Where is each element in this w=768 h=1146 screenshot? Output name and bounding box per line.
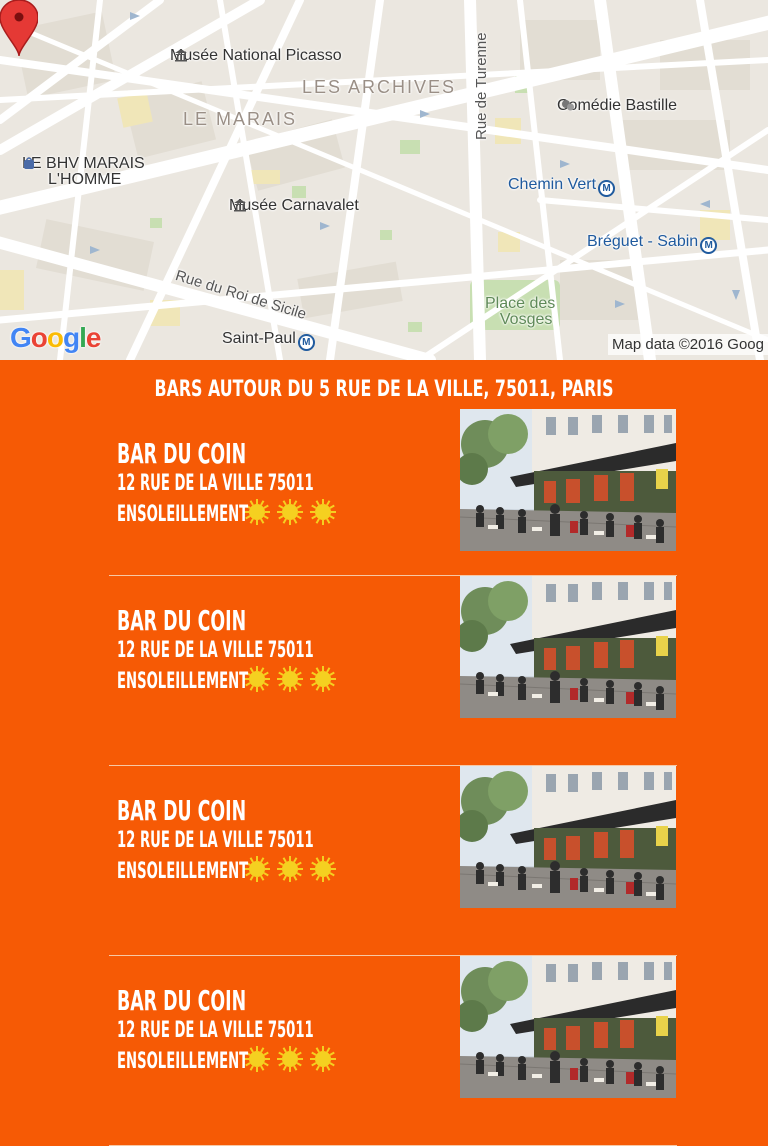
map-label-text: Comédie Bastille bbox=[557, 97, 678, 114]
list-title: Bars autour du 5 rue de la ville, 75011,… bbox=[154, 377, 614, 402]
terrace-photo-image bbox=[460, 409, 676, 551]
map[interactable]: Musée National Picasso LES ARCHIVES LE M… bbox=[0, 0, 768, 360]
theater-icon bbox=[562, 100, 574, 111]
metro-icon: M bbox=[297, 334, 315, 351]
map-label-picasso[interactable]: Musée National Picasso bbox=[170, 48, 342, 64]
map-label-text: Bréguet - Sabin bbox=[587, 233, 699, 250]
map-label-place-vosges[interactable]: Place des Vosges bbox=[485, 296, 555, 328]
map-label-text: L'HOMME bbox=[48, 171, 122, 188]
sun-icon bbox=[277, 665, 303, 692]
map-label-text: Chemin Vert bbox=[508, 176, 597, 193]
map-label-text: Place des bbox=[485, 295, 556, 312]
bar-photo[interactable] bbox=[460, 576, 676, 718]
metro-icon: M bbox=[598, 180, 616, 197]
map-label-archives: LES ARCHIVES bbox=[302, 77, 457, 97]
bar-list-item[interactable]: Bar du coin 12 rue de la ville 75011 Ens… bbox=[109, 409, 677, 576]
sun-icons bbox=[243, 498, 342, 531]
sun-icon bbox=[310, 1045, 336, 1072]
museum-icon bbox=[234, 199, 246, 212]
bar-info: Bar du coin 12 rue de la ville 75011 Ens… bbox=[117, 984, 445, 1076]
sun-icon bbox=[277, 498, 303, 525]
terrace-photo-image bbox=[460, 956, 676, 1098]
bar-info: Bar du coin 12 rue de la ville 75011 Ens… bbox=[117, 604, 445, 696]
sun-icons bbox=[243, 1045, 342, 1078]
sun-icons bbox=[243, 665, 342, 698]
metro-icon: M bbox=[700, 237, 718, 254]
bar-info: Bar du coin 12 rue de la ville 75011 Ens… bbox=[117, 794, 445, 886]
map-label-marais: LE MARAIS bbox=[183, 109, 298, 129]
bar-list-item[interactable]: Bar du coin 12 rue de la ville 75011 Ens… bbox=[109, 956, 677, 1146]
bar-name[interactable]: Bar du coin bbox=[117, 794, 320, 828]
map-label-carnavalet[interactable]: Musée Carnavalet bbox=[229, 198, 359, 214]
bar-photo[interactable] bbox=[460, 956, 676, 1098]
terrace-photo-image bbox=[460, 576, 676, 718]
sunshine-label: Ensoleillement bbox=[117, 668, 249, 694]
sunshine-label: Ensoleillement bbox=[117, 1048, 249, 1074]
map-label-bhv[interactable]: LE BHV MARAIS L'HOMME bbox=[22, 156, 145, 188]
sun-icon bbox=[244, 1045, 270, 1072]
museum-icon bbox=[175, 49, 187, 62]
sunshine-rating: Ensoleillement bbox=[117, 665, 445, 698]
map-label-comedie[interactable]: Comédie Bastille bbox=[557, 98, 677, 114]
sunshine-label: Ensoleillement bbox=[117, 501, 249, 527]
bar-name[interactable]: Bar du coin bbox=[117, 984, 320, 1018]
bar-photo[interactable] bbox=[460, 766, 676, 908]
map-label-text: Saint-Paul bbox=[222, 330, 296, 347]
map-label-text: Musée Carnavalet bbox=[229, 197, 359, 214]
bar-name[interactable]: Bar du coin bbox=[117, 437, 320, 471]
map-attribution[interactable]: Map data ©2016 Goog bbox=[608, 334, 768, 355]
bar-address: 12 rue de la ville 75011 bbox=[117, 471, 314, 496]
map-label-turenne: Rue de Turenne bbox=[473, 32, 490, 140]
bar-address: 12 rue de la ville 75011 bbox=[117, 828, 314, 853]
bar-name[interactable]: Bar du coin bbox=[117, 604, 320, 638]
sunshine-rating: Ensoleillement bbox=[117, 1045, 445, 1078]
bar-address: 12 rue de la ville 75011 bbox=[117, 638, 314, 663]
map-label-chemin-vert[interactable]: Chemin Vert M bbox=[508, 176, 616, 197]
sun-icon bbox=[277, 855, 303, 882]
bar-photo[interactable] bbox=[460, 409, 676, 551]
map-label-text: LE BHV MARAIS bbox=[22, 155, 145, 172]
map-pin-icon[interactable] bbox=[0, 0, 38, 56]
google-logo: Google bbox=[10, 322, 101, 353]
sunshine-label: Ensoleillement bbox=[117, 858, 249, 884]
sun-icon bbox=[310, 665, 336, 692]
sun-icon bbox=[277, 1045, 303, 1072]
bar-list-item[interactable]: Bar du coin 12 rue de la ville 75011 Ens… bbox=[109, 766, 677, 956]
bar-address: 12 rue de la ville 75011 bbox=[117, 1018, 314, 1043]
map-label-saint-paul[interactable]: Saint-Paul M bbox=[222, 331, 315, 351]
sunshine-rating: Ensoleillement bbox=[117, 498, 445, 531]
sun-icon bbox=[310, 498, 336, 525]
shopping-icon bbox=[24, 157, 34, 169]
bar-list-item[interactable]: Bar du coin 12 rue de la ville 75011 Ens… bbox=[109, 576, 677, 766]
bar-list: Bar du coin 12 rue de la ville 75011 Ens… bbox=[0, 409, 768, 1146]
terrace-photo-image bbox=[460, 766, 676, 908]
map-label-text: Musée National Picasso bbox=[170, 47, 342, 64]
map-label-text: Vosges bbox=[499, 311, 553, 328]
sunshine-rating: Ensoleillement bbox=[117, 855, 445, 888]
bar-info: Bar du coin 12 rue de la ville 75011 Ens… bbox=[117, 437, 445, 529]
sun-icon bbox=[310, 855, 336, 882]
sun-icons bbox=[243, 855, 342, 888]
map-label-breguet[interactable]: Bréguet - Sabin M bbox=[587, 233, 718, 254]
